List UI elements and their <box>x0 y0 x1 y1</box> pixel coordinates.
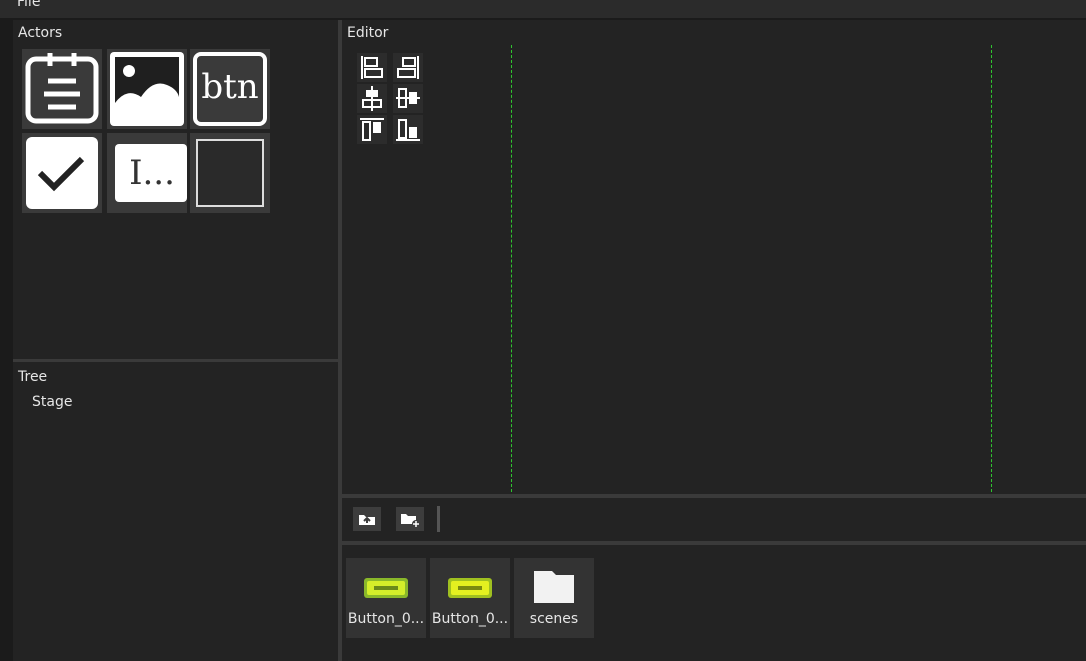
align-right-icon <box>397 56 419 79</box>
tree-node-stage[interactable]: Stage <box>32 394 72 410</box>
menu-file[interactable]: File <box>17 0 40 10</box>
align-top-button[interactable] <box>357 115 387 144</box>
stage-guide-right <box>991 45 993 492</box>
actor-checkbox-button[interactable] <box>22 133 102 213</box>
text-field-icon-label: I... <box>129 153 175 193</box>
actors-panel-title: Actors <box>18 25 63 41</box>
asset-label: scenes <box>529 611 579 627</box>
actor-list-button[interactable] <box>22 49 102 129</box>
tree-panel: Tree Stage <box>13 362 338 661</box>
align-top-icon <box>360 118 384 141</box>
image-icon <box>110 52 184 126</box>
tree-panel-title: Tree <box>18 369 48 385</box>
asset-item-button-1[interactable]: Button_0... <box>346 558 426 638</box>
align-left-icon <box>361 56 383 79</box>
align-bottom-icon <box>396 119 420 141</box>
actor-container-button[interactable] <box>190 133 270 213</box>
align-left-button[interactable] <box>357 53 387 82</box>
align-center-vertical-icon <box>396 88 420 108</box>
align-right-button[interactable] <box>393 53 423 82</box>
menu-bar: File <box>0 0 1086 18</box>
asset-label: Button_0... <box>431 611 509 627</box>
actor-button-button[interactable]: btn <box>190 49 270 129</box>
asset-toolbar <box>342 498 1086 541</box>
assets-panel: Button_0... Button_0... scenes <box>342 545 1086 661</box>
new-folder-button[interactable] <box>396 507 424 531</box>
align-center-horizontal-icon <box>362 86 382 111</box>
asset-item-scenes-folder[interactable]: scenes <box>514 558 594 638</box>
folder-up-icon <box>359 515 375 525</box>
actors-panel: Actors btn I... <box>13 20 338 359</box>
align-center-horizontal-button[interactable] <box>357 84 387 113</box>
align-bottom-button[interactable] <box>393 115 423 144</box>
actor-textfield-button[interactable]: I... <box>107 133 187 213</box>
editor-panel[interactable]: Editor <box>342 20 1086 494</box>
stage-guide-left <box>511 45 513 492</box>
toolbar-separator <box>437 506 440 532</box>
editor-panel-title: Editor <box>347 25 389 41</box>
button-icon-label: btn <box>201 67 259 107</box>
calendar-list-icon <box>25 53 99 124</box>
asset-label: Button_0... <box>347 611 425 627</box>
align-center-vertical-button[interactable] <box>393 84 423 113</box>
folder-up-button[interactable] <box>353 507 381 531</box>
new-folder-icon <box>401 514 420 528</box>
checkbox-icon <box>26 137 98 209</box>
actor-image-button[interactable] <box>107 49 187 129</box>
empty-container-icon <box>196 139 264 207</box>
asset-item-button-2[interactable]: Button_0... <box>430 558 510 638</box>
